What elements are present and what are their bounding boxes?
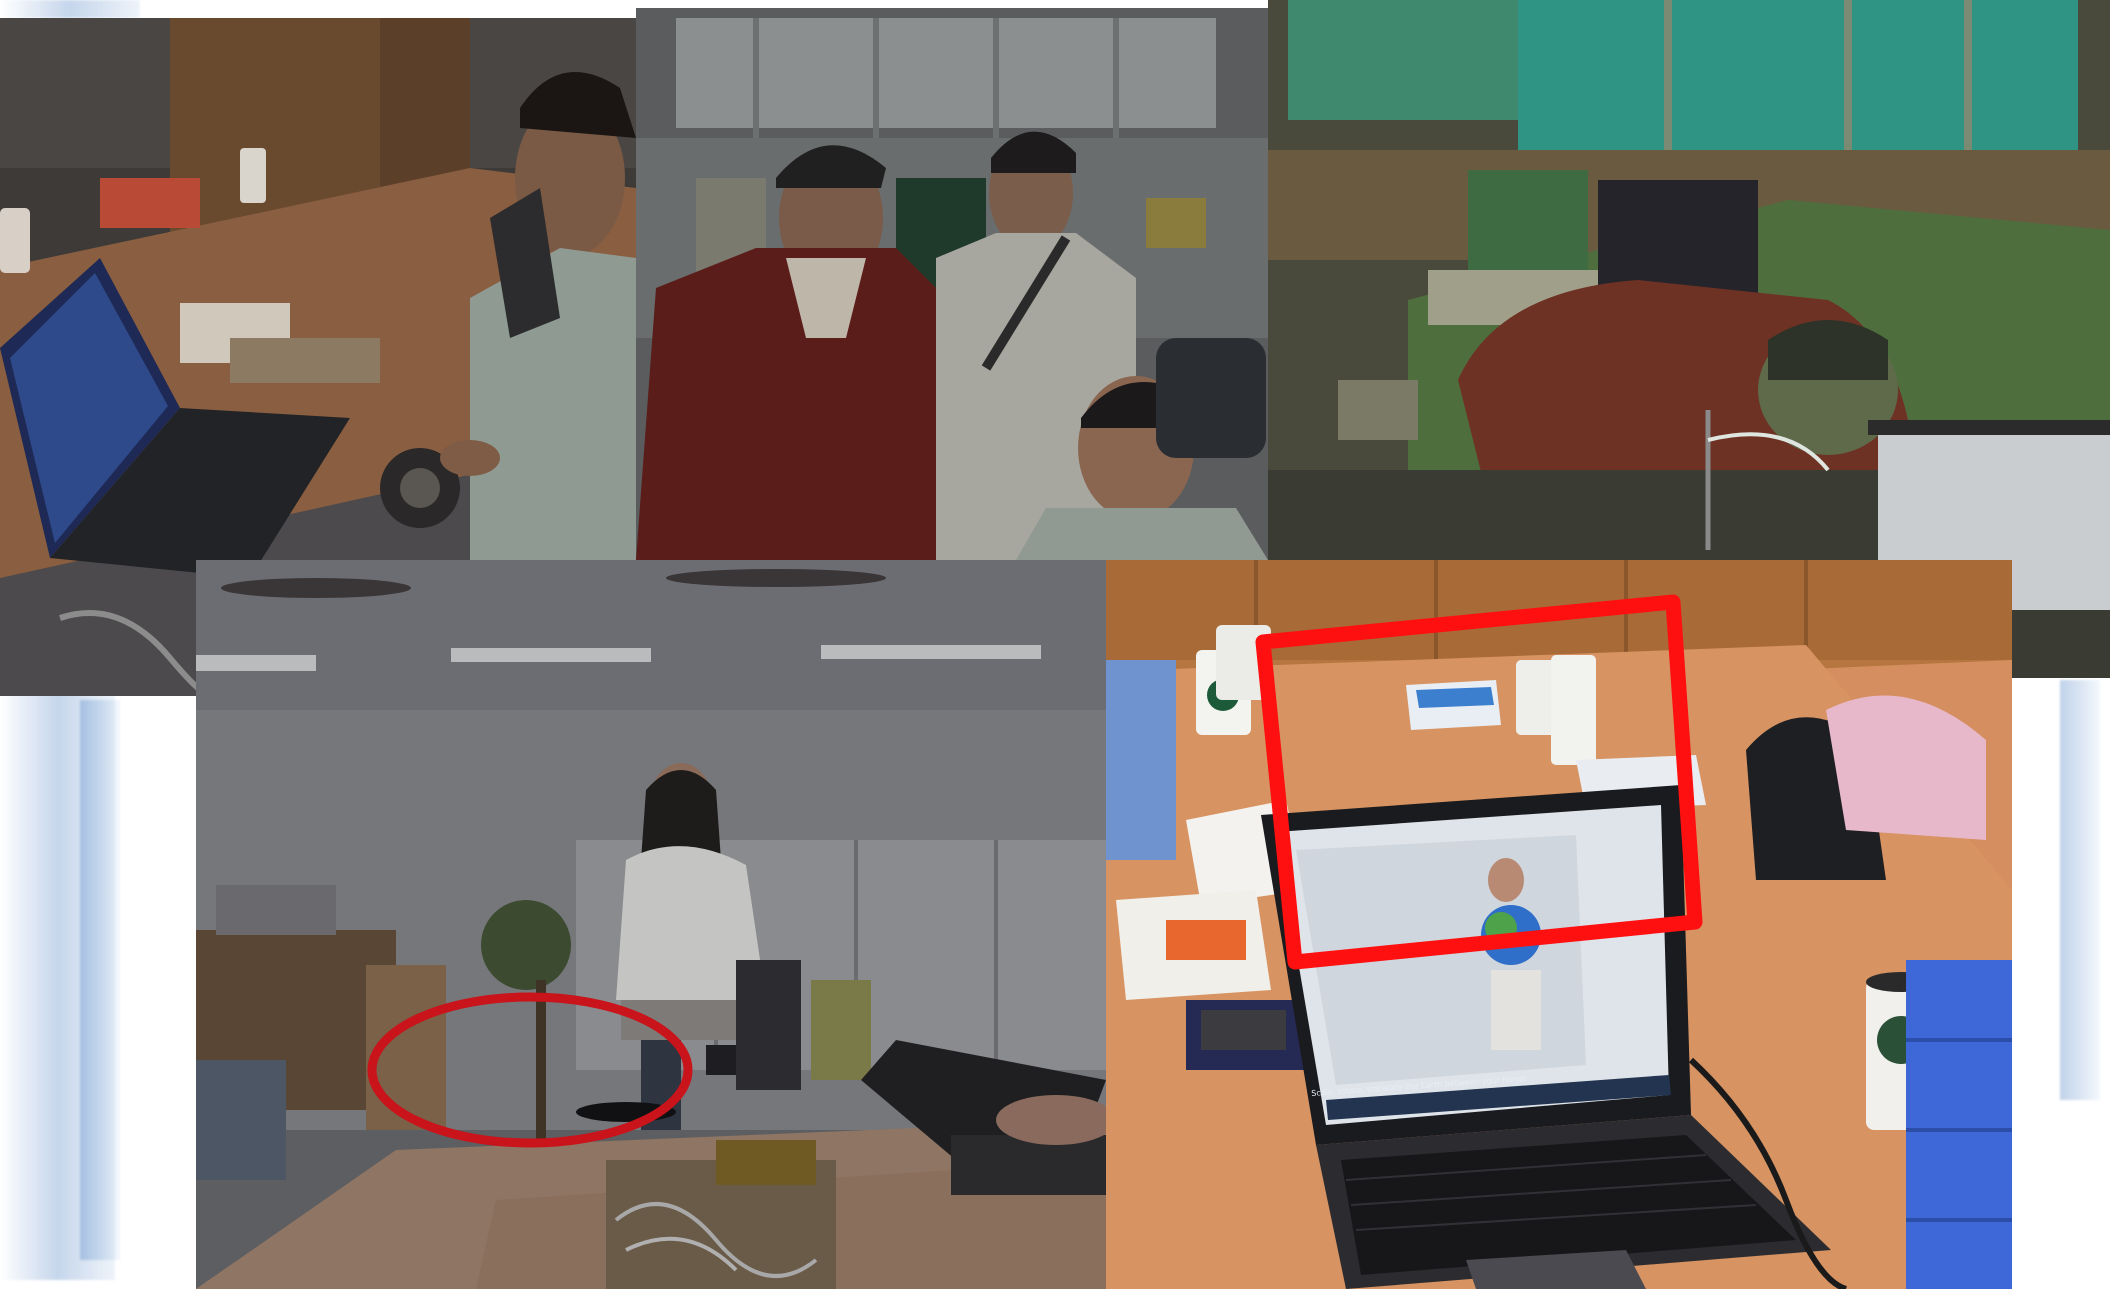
frame-stroke-top xyxy=(0,0,140,18)
photo-bottom-left xyxy=(196,560,1106,1289)
photo-top-center xyxy=(636,8,1268,560)
photo-bottom-right: Scale, rotate, translate the Earth betwe… xyxy=(1106,560,2012,1289)
photo-collage: Scale, rotate, translate the Earth betwe… xyxy=(0,0,2110,1289)
frame-stroke-left-inner xyxy=(80,700,120,1260)
frame-stroke-right xyxy=(2060,680,2100,1100)
